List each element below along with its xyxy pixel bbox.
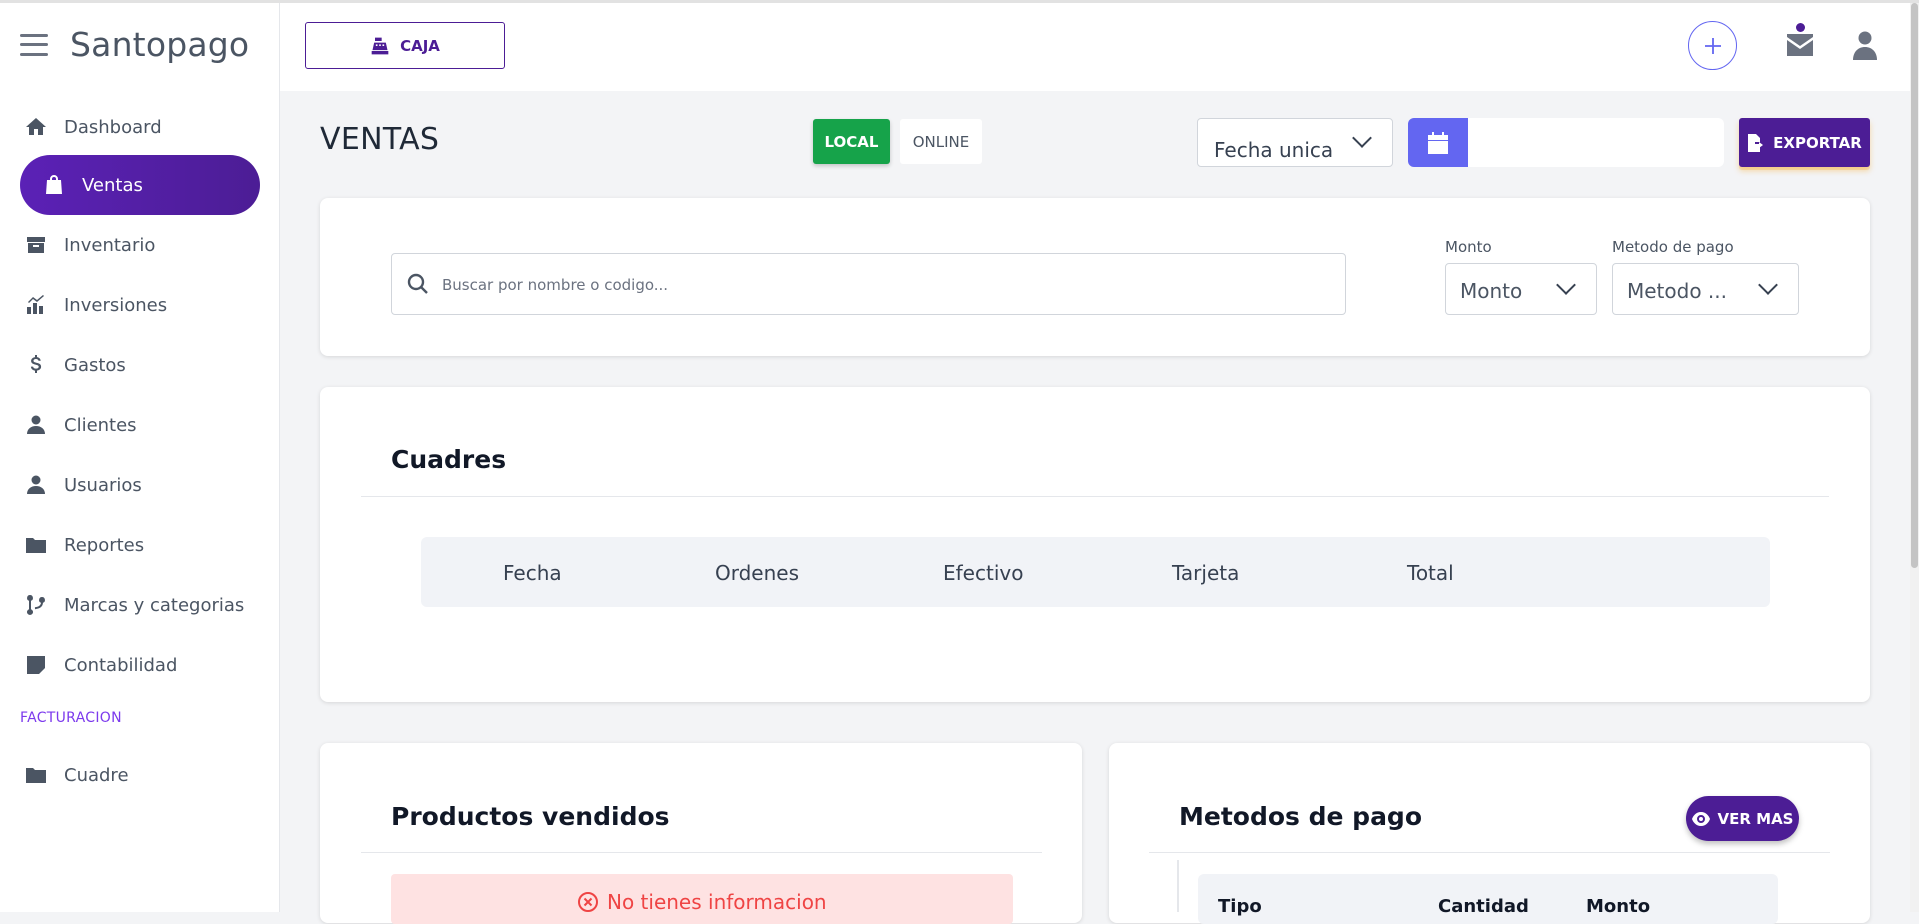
sidebar-item-inversiones[interactable]: Inversiones xyxy=(20,275,167,335)
hamburger-menu-icon[interactable] xyxy=(20,33,48,56)
calendar-icon xyxy=(1428,131,1448,154)
sidebar-item-usuarios[interactable]: Usuarios xyxy=(20,455,142,515)
shopping-bag-icon xyxy=(46,175,62,194)
branch-icon xyxy=(27,595,45,616)
chevron-down-icon xyxy=(1758,275,1778,295)
sidebar-item-label: Dashboard xyxy=(64,116,162,138)
sidebar-item-contabilidad[interactable]: Contabilidad xyxy=(20,635,177,695)
sidebar-item-label: Contabilidad xyxy=(64,654,178,676)
sidebar-item-label: Gastos xyxy=(64,354,126,376)
folder-icon xyxy=(26,768,46,783)
dollar-icon xyxy=(30,355,42,373)
folder-icon xyxy=(26,538,46,553)
cuadres-table-header: Fecha Ordenes Efectivo Tarjeta Total xyxy=(421,537,1770,607)
user-icon xyxy=(27,415,45,434)
top-header xyxy=(280,3,1910,91)
sidebar-item-reportes[interactable]: Reportes xyxy=(20,515,144,575)
investment-icon xyxy=(27,295,44,314)
sidebar-item-label: Reportes xyxy=(64,534,145,556)
scrollbar-thumb[interactable] xyxy=(1911,3,1918,568)
brand: Santopago xyxy=(20,25,249,64)
productos-title: Productos vendidos xyxy=(391,802,670,831)
sidebar-item-label: Cuadre xyxy=(64,764,129,786)
sidebar-item-ventas[interactable]: Ventas xyxy=(20,155,260,215)
metodos-title: Metodos de pago xyxy=(1179,802,1423,831)
column-header: Total xyxy=(1407,561,1454,585)
column-header: Ordenes xyxy=(715,561,800,585)
error-circle-icon xyxy=(578,892,598,912)
search-input[interactable] xyxy=(442,269,1322,301)
ver-mas-button[interactable]: VER MAS xyxy=(1686,796,1799,841)
divider xyxy=(361,852,1042,853)
metodo-label: Metodo de pago xyxy=(1612,238,1734,256)
tab-local[interactable]: LOCAL xyxy=(813,119,890,164)
monto-select[interactable]: Monto xyxy=(1445,263,1597,315)
sidebar-item-label: Usuarios xyxy=(64,474,142,496)
date-input[interactable] xyxy=(1468,118,1724,167)
export-label: EXPORTAR xyxy=(1773,133,1862,152)
sidebar: Santopago Dashboard Ventas Inventario In… xyxy=(0,3,280,912)
divider xyxy=(361,496,1829,497)
monto-value: Monto xyxy=(1460,279,1523,303)
sidebar-item-label: Marcas y categorias xyxy=(64,594,245,616)
sidebar-item-label: Inversiones xyxy=(64,294,168,316)
chevron-down-icon xyxy=(1352,128,1372,148)
caja-label: CAJA xyxy=(400,36,440,55)
cuadres-title: Cuadres xyxy=(391,445,507,474)
column-header: Tarjeta xyxy=(1172,561,1240,585)
user-icon xyxy=(1853,31,1877,60)
empty-alert: No tienes informacion xyxy=(391,874,1013,924)
column-header: Monto xyxy=(1586,896,1651,917)
sidebar-item-dashboard[interactable]: Dashboard xyxy=(20,97,162,157)
notification-dot xyxy=(1796,23,1805,32)
cash-register-icon xyxy=(371,37,389,54)
sidebar-item-label: Ventas xyxy=(82,174,143,196)
mail-icon xyxy=(1787,34,1813,56)
metodo-select[interactable]: Metodo ... xyxy=(1612,263,1799,315)
column-header: Fecha xyxy=(503,561,562,585)
sidebar-item-clientes[interactable]: Clientes xyxy=(20,395,137,455)
monto-label: Monto xyxy=(1445,238,1492,256)
calendar-button[interactable] xyxy=(1408,118,1468,167)
sidebar-item-cuadre[interactable]: Cuadre xyxy=(20,745,129,805)
sidebar-item-inventario[interactable]: Inventario xyxy=(20,215,155,275)
table-scroll-edge xyxy=(1177,860,1179,912)
sidebar-item-label: Inventario xyxy=(64,234,156,256)
app-name: Santopago xyxy=(70,25,250,64)
sidebar-item-label: Clientes xyxy=(64,414,137,436)
metodos-table-header: Tipo Cantidad Monto xyxy=(1198,874,1778,924)
empty-message: No tienes informacion xyxy=(607,890,827,914)
eye-icon xyxy=(1691,811,1710,826)
page-title: VENTAS xyxy=(320,122,440,157)
date-mode-select[interactable]: Fecha unica xyxy=(1197,118,1393,167)
export-button[interactable]: EXPORTAR xyxy=(1739,118,1870,167)
search-field[interactable] xyxy=(391,253,1346,315)
home-icon xyxy=(26,118,46,135)
search-icon xyxy=(407,273,428,294)
column-header: Tipo xyxy=(1218,896,1262,917)
section-label-facturacion: FACTURACION xyxy=(20,710,122,726)
user-icon xyxy=(27,475,45,494)
sidebar-item-marcas[interactable]: Marcas y categorias xyxy=(20,575,244,635)
divider xyxy=(1149,852,1830,853)
messages-button[interactable] xyxy=(1785,23,1815,56)
caja-button[interactable]: CAJA xyxy=(305,22,505,69)
chevron-down-icon xyxy=(1556,275,1576,295)
column-header: Efectivo xyxy=(943,561,1024,585)
ver-mas-label: VER MAS xyxy=(1717,809,1794,828)
box-icon xyxy=(27,237,45,253)
add-button[interactable] xyxy=(1688,21,1737,70)
file-export-icon xyxy=(1748,133,1764,152)
date-mode-value: Fecha unica xyxy=(1214,138,1334,162)
tab-online[interactable]: ONLINE xyxy=(900,119,982,164)
sidebar-item-gastos[interactable]: Gastos xyxy=(20,335,126,395)
note-icon xyxy=(27,656,45,674)
metodo-value: Metodo ... xyxy=(1627,279,1727,303)
plus-icon xyxy=(1704,37,1721,54)
user-menu-button[interactable] xyxy=(1851,30,1879,60)
column-header: Cantidad xyxy=(1438,896,1529,917)
